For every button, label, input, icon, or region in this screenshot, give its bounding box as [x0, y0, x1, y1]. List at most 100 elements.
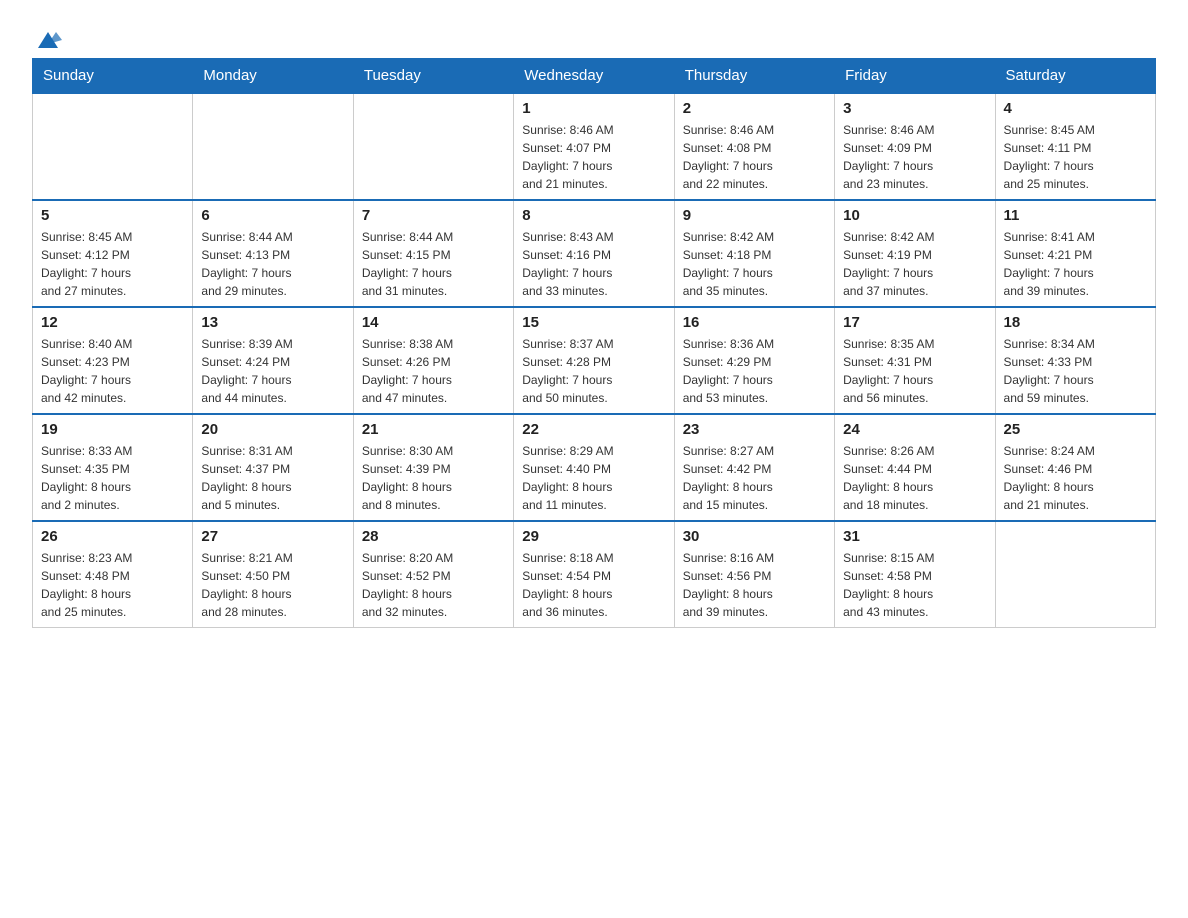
day-number: 12 [41, 314, 184, 331]
calendar-cell: 25 Sunrise: 8:24 AMSunset: 4:46 PMDayligh… [995, 414, 1155, 521]
calendar-cell [353, 93, 513, 200]
calendar-cell: 29 Sunrise: 8:18 AMSunset: 4:54 PMDayligh… [514, 521, 674, 628]
calendar-cell: 23 Sunrise: 8:27 AMSunset: 4:42 PMDayligh… [674, 414, 834, 521]
column-header-tuesday: Tuesday [353, 59, 513, 94]
calendar-cell: 20 Sunrise: 8:31 AMSunset: 4:37 PMDayligh… [193, 414, 353, 521]
calendar-cell: 10 Sunrise: 8:42 AMSunset: 4:19 PMDayligh… [835, 200, 995, 307]
calendar-cell: 13 Sunrise: 8:39 AMSunset: 4:24 PMDayligh… [193, 307, 353, 414]
calendar-cell: 3Sunrise: 8:46 AMSunset: 4:09 PMDaylight… [835, 93, 995, 200]
day-info: Sunrise: 8:42 AMSunset: 4:19 PMDaylight:… [843, 228, 986, 300]
day-info: Sunrise: 8:29 AMSunset: 4:40 PMDaylight:… [522, 442, 665, 514]
day-number: 13 [201, 314, 344, 331]
logo [32, 24, 62, 46]
column-header-saturday: Saturday [995, 59, 1155, 94]
day-number: 18 [1004, 314, 1147, 331]
day-number: 6 [201, 207, 344, 224]
calendar-cell: 18 Sunrise: 8:34 AMSunset: 4:33 PMDayligh… [995, 307, 1155, 414]
day-number: 22 [522, 421, 665, 438]
calendar-cell: 2Sunrise: 8:46 AMSunset: 4:08 PMDaylight… [674, 93, 834, 200]
calendar-cell [193, 93, 353, 200]
calendar-cell: 30Sunrise: 8:16 AMSunset: 4:56 PMDayligh… [674, 521, 834, 628]
day-info: Sunrise: 8:33 AMSunset: 4:35 PMDaylight:… [41, 442, 184, 514]
day-info: Sunrise: 8:38 AMSunset: 4:26 PMDaylight:… [362, 335, 505, 407]
calendar-cell: 12 Sunrise: 8:40 AMSunset: 4:23 PMDayligh… [33, 307, 193, 414]
day-info: Sunrise: 8:36 AMSunset: 4:29 PMDaylight:… [683, 335, 826, 407]
week-row-2: 5 Sunrise: 8:45 AMSunset: 4:12 PMDaylight… [33, 200, 1156, 307]
logo-icon [34, 24, 62, 52]
day-info: Sunrise: 8:31 AMSunset: 4:37 PMDaylight:… [201, 442, 344, 514]
day-info: Sunrise: 8:20 AMSunset: 4:52 PMDaylight:… [362, 549, 505, 621]
day-info: Sunrise: 8:30 AMSunset: 4:39 PMDaylight:… [362, 442, 505, 514]
calendar-cell: 5 Sunrise: 8:45 AMSunset: 4:12 PMDaylight… [33, 200, 193, 307]
day-number: 17 [843, 314, 986, 331]
day-info: Sunrise: 8:44 AMSunset: 4:15 PMDaylight:… [362, 228, 505, 300]
day-number: 5 [41, 207, 184, 224]
day-number: 10 [843, 207, 986, 224]
column-header-wednesday: Wednesday [514, 59, 674, 94]
day-number: 29 [522, 528, 665, 545]
day-number: 8 [522, 207, 665, 224]
day-info: Sunrise: 8:34 AMSunset: 4:33 PMDaylight:… [1004, 335, 1147, 407]
calendar-cell: 26 Sunrise: 8:23 AMSunset: 4:48 PMDayligh… [33, 521, 193, 628]
calendar-cell: 19 Sunrise: 8:33 AMSunset: 4:35 PMDayligh… [33, 414, 193, 521]
day-info: Sunrise: 8:35 AMSunset: 4:31 PMDaylight:… [843, 335, 986, 407]
day-number: 16 [683, 314, 826, 331]
day-info: Sunrise: 8:27 AMSunset: 4:42 PMDaylight:… [683, 442, 826, 514]
day-info: Sunrise: 8:18 AMSunset: 4:54 PMDaylight:… [522, 549, 665, 621]
day-number: 30 [683, 528, 826, 545]
calendar-cell: 15 Sunrise: 8:37 AMSunset: 4:28 PMDayligh… [514, 307, 674, 414]
day-info: Sunrise: 8:39 AMSunset: 4:24 PMDaylight:… [201, 335, 344, 407]
day-info: Sunrise: 8:45 AMSunset: 4:11 PMDaylight:… [1004, 121, 1147, 193]
calendar-cell: 11 Sunrise: 8:41 AMSunset: 4:21 PMDayligh… [995, 200, 1155, 307]
day-number: 23 [683, 421, 826, 438]
calendar-cell: 9Sunrise: 8:42 AMSunset: 4:18 PMDaylight… [674, 200, 834, 307]
day-number: 11 [1004, 207, 1147, 224]
day-info: Sunrise: 8:15 AMSunset: 4:58 PMDaylight:… [843, 549, 986, 621]
day-number: 1 [522, 100, 665, 117]
day-number: 4 [1004, 100, 1147, 117]
day-info: Sunrise: 8:41 AMSunset: 4:21 PMDaylight:… [1004, 228, 1147, 300]
calendar-cell: 14 Sunrise: 8:38 AMSunset: 4:26 PMDayligh… [353, 307, 513, 414]
day-info: Sunrise: 8:40 AMSunset: 4:23 PMDaylight:… [41, 335, 184, 407]
calendar-table: SundayMondayTuesdayWednesdayThursdayFrid… [32, 58, 1156, 628]
day-info: Sunrise: 8:43 AMSunset: 4:16 PMDaylight:… [522, 228, 665, 300]
day-number: 2 [683, 100, 826, 117]
column-header-thursday: Thursday [674, 59, 834, 94]
day-info: Sunrise: 8:21 AMSunset: 4:50 PMDaylight:… [201, 549, 344, 621]
calendar-cell [995, 521, 1155, 628]
day-info: Sunrise: 8:24 AMSunset: 4:46 PMDaylight:… [1004, 442, 1147, 514]
column-header-sunday: Sunday [33, 59, 193, 94]
day-info: Sunrise: 8:26 AMSunset: 4:44 PMDaylight:… [843, 442, 986, 514]
day-info: Sunrise: 8:45 AMSunset: 4:12 PMDaylight:… [41, 228, 184, 300]
calendar-cell: 16 Sunrise: 8:36 AMSunset: 4:29 PMDayligh… [674, 307, 834, 414]
day-number: 14 [362, 314, 505, 331]
day-info: Sunrise: 8:37 AMSunset: 4:28 PMDaylight:… [522, 335, 665, 407]
week-row-5: 26 Sunrise: 8:23 AMSunset: 4:48 PMDayligh… [33, 521, 1156, 628]
day-number: 3 [843, 100, 986, 117]
day-number: 26 [41, 528, 184, 545]
day-info: Sunrise: 8:46 AMSunset: 4:07 PMDaylight:… [522, 121, 665, 193]
calendar-cell: 17 Sunrise: 8:35 AMSunset: 4:31 PMDayligh… [835, 307, 995, 414]
calendar-cell: 24Sunrise: 8:26 AMSunset: 4:44 PMDayligh… [835, 414, 995, 521]
page-header [32, 24, 1156, 46]
calendar-cell: 4 Sunrise: 8:45 AMSunset: 4:11 PMDaylight… [995, 93, 1155, 200]
column-header-monday: Monday [193, 59, 353, 94]
day-number: 25 [1004, 421, 1147, 438]
day-number: 15 [522, 314, 665, 331]
calendar-cell: 31Sunrise: 8:15 AMSunset: 4:58 PMDayligh… [835, 521, 995, 628]
week-row-1: 1 Sunrise: 8:46 AMSunset: 4:07 PMDaylight… [33, 93, 1156, 200]
calendar-cell: 8 Sunrise: 8:43 AMSunset: 4:16 PMDaylight… [514, 200, 674, 307]
week-row-3: 12 Sunrise: 8:40 AMSunset: 4:23 PMDayligh… [33, 307, 1156, 414]
day-number: 20 [201, 421, 344, 438]
calendar-header-row: SundayMondayTuesdayWednesdayThursdayFrid… [33, 59, 1156, 94]
calendar-cell: 1 Sunrise: 8:46 AMSunset: 4:07 PMDaylight… [514, 93, 674, 200]
calendar-cell: 21 Sunrise: 8:30 AMSunset: 4:39 PMDayligh… [353, 414, 513, 521]
calendar-cell: 28 Sunrise: 8:20 AMSunset: 4:52 PMDayligh… [353, 521, 513, 628]
day-info: Sunrise: 8:44 AMSunset: 4:13 PMDaylight:… [201, 228, 344, 300]
day-number: 19 [41, 421, 184, 438]
day-number: 28 [362, 528, 505, 545]
day-info: Sunrise: 8:23 AMSunset: 4:48 PMDaylight:… [41, 549, 184, 621]
calendar-cell: 7Sunrise: 8:44 AMSunset: 4:15 PMDaylight… [353, 200, 513, 307]
day-number: 21 [362, 421, 505, 438]
day-info: Sunrise: 8:42 AMSunset: 4:18 PMDaylight:… [683, 228, 826, 300]
